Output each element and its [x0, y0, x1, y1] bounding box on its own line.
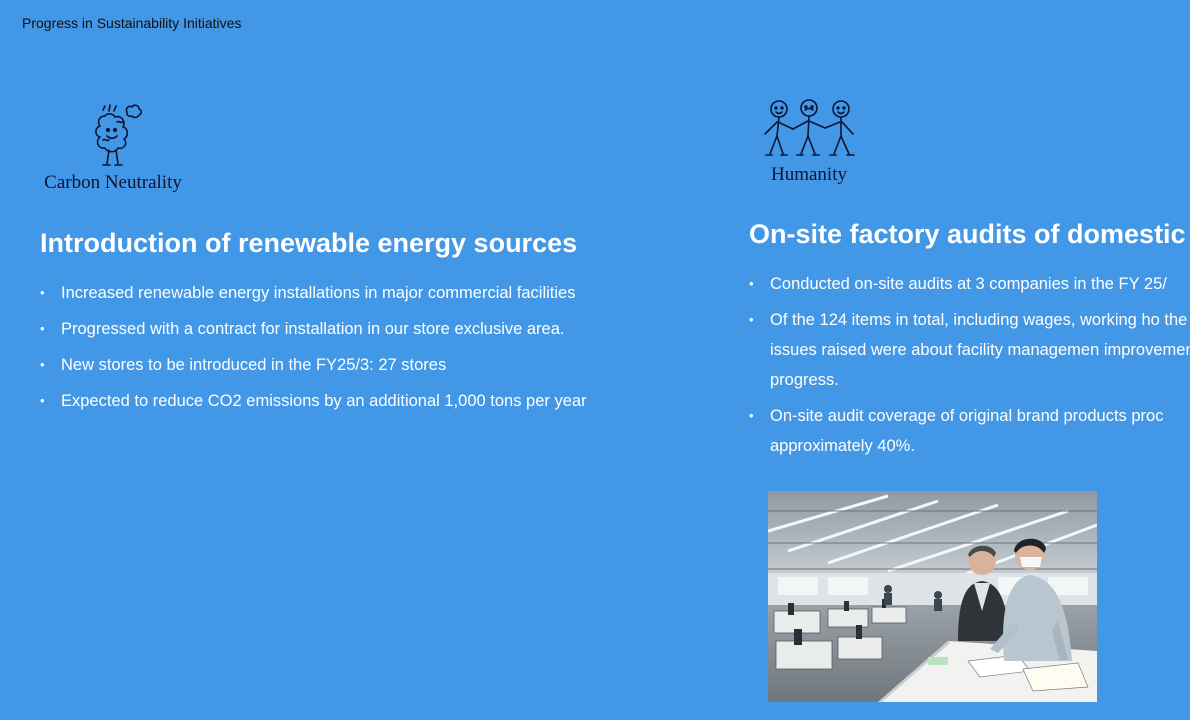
list-item: Of the 124 items in total, including wag…: [749, 305, 1190, 395]
factory-audits-bullets: Conducted on-site audits at 3 companies …: [749, 269, 1190, 467]
factory-audits-heading: On-site factory audits of domestic s: [749, 219, 1190, 249]
factory-audit-photo: [768, 491, 1097, 702]
list-item: On-site audit coverage of original brand…: [749, 401, 1190, 461]
list-item: Conducted on-site audits at 3 companies …: [749, 269, 1190, 299]
factory-scene-illustration: [768, 491, 1097, 702]
